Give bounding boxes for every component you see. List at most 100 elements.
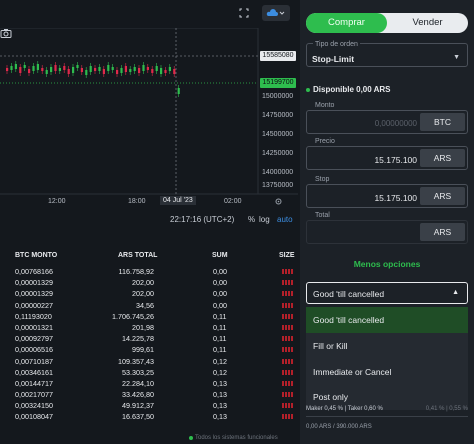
order-panel: Comprar Vender Tipo de orden Stop-Limit …	[300, 0, 474, 444]
fee-text: Maker 0,45 % | Taker 0,60 %	[306, 406, 383, 412]
row-monto: 0,00324150	[15, 401, 53, 411]
row-size-bar	[282, 302, 294, 308]
order-book-row[interactable]: 0,00006516 999,61 0,11	[0, 344, 298, 355]
row-size-bar	[282, 380, 294, 386]
order-book-row[interactable]: 0,11193020 1.706.745,26 0,11	[0, 311, 298, 322]
order-book-row[interactable]: 0,00144717 22.284,10 0,13	[0, 378, 298, 389]
price-chart[interactable]: 15585080 15199700 15000000 14750000 1450…	[0, 28, 298, 210]
row-size-bar	[282, 313, 294, 319]
tab-sell[interactable]: Vender	[387, 13, 468, 33]
candle-body	[23, 65, 26, 68]
row-size-bar	[282, 403, 294, 409]
row-size-bar	[282, 269, 294, 274]
row-monto: 0,00710187	[15, 356, 53, 366]
row-size-bar	[282, 347, 294, 353]
camera-icon[interactable]	[0, 28, 12, 38]
row-sum: 0,00	[213, 289, 227, 299]
cloud-save-button[interactable]	[262, 5, 290, 21]
order-book-row[interactable]: 0,00217077 33.426,80 0,13	[0, 389, 298, 400]
candle-body	[50, 67, 53, 72]
candle-body	[36, 64, 39, 70]
candle-body	[168, 67, 171, 71]
candle-body	[177, 88, 180, 94]
row-total: 202,00	[132, 289, 154, 299]
price-label: Precio	[315, 138, 335, 145]
order-book: BTC MONTO ARS TOTAL SUM SIZE 0,00768166 1…	[0, 248, 298, 444]
price-input[interactable]: 15.175.100	[374, 155, 417, 165]
order-type-select[interactable]: Tipo de orden Stop-Limit ▼	[306, 41, 468, 67]
menu-item-ioc[interactable]: Immediate or Cancel	[306, 359, 468, 385]
total-label: Total	[315, 212, 330, 219]
amount-input[interactable]: 0,00000000	[375, 119, 417, 128]
available-balance: Disponible 0,00 ARS	[306, 85, 391, 94]
order-book-row[interactable]: 0,00108047 16.637,50 0,13	[0, 411, 298, 422]
candlestick-chart[interactable]	[0, 28, 298, 210]
row-size-bar	[282, 324, 294, 330]
candle-body	[45, 70, 48, 74]
candle-body	[160, 68, 163, 74]
candle-body	[98, 67, 101, 71]
chart-clock: 22:17:16 (UTC+2)	[170, 215, 235, 224]
candle-body	[116, 70, 119, 74]
balance-dot-icon	[306, 87, 310, 92]
buy-sell-tabs: Comprar Vender	[306, 13, 468, 33]
settings-gear-icon[interactable]	[274, 197, 283, 206]
crosshair-price-tag: 15585080	[260, 51, 296, 61]
row-monto: 0,00108047	[15, 412, 53, 422]
row-monto: 0,00000227	[15, 300, 53, 310]
row-sum: 0,11	[213, 311, 227, 321]
order-book-row[interactable]: 0,00001329 202,00 0,00	[0, 277, 298, 288]
less-options-link[interactable]: Menos opciones	[300, 259, 474, 269]
row-total: 22.284,10	[122, 378, 154, 388]
order-book-row[interactable]: 0,00000227 34,56 0,00	[0, 300, 298, 311]
row-monto: 0,00001329	[15, 278, 53, 288]
amount-unit: BTC	[420, 113, 465, 131]
fee-text-right: 0,41 % | 0,55 %	[425, 406, 468, 412]
row-monto: 0,00001321	[15, 322, 53, 332]
price-unit: ARS	[420, 149, 465, 167]
candle-body	[6, 68, 9, 71]
candle-body	[120, 68, 123, 73]
candle-body	[142, 65, 145, 71]
row-sum: 0,13	[213, 390, 227, 400]
time-axis-label: 02:00	[224, 198, 242, 205]
stop-field[interactable]: Stop 15.175.100 ARS	[306, 176, 468, 208]
row-total: 49.912,37	[122, 401, 154, 411]
percent-scale-toggle[interactable]: %	[248, 215, 255, 224]
chevron-down-icon: ▼	[453, 54, 460, 61]
price-field[interactable]: Precio 15.175.100 ARS	[306, 138, 468, 170]
order-book-row[interactable]: 0,00092797 14.225,78 0,11	[0, 333, 298, 344]
order-book-row[interactable]: 0,00768166 116.758,92 0,00	[0, 266, 298, 277]
row-total: 202,00	[132, 278, 154, 288]
order-book-row[interactable]: 0,00710187 109.357,43 0,12	[0, 356, 298, 367]
stop-label: Stop	[315, 176, 330, 183]
candle-body	[28, 69, 31, 73]
candle-body	[19, 67, 22, 73]
time-in-force-select[interactable]: Good 'till cancelled ▲	[306, 282, 468, 304]
order-book-row[interactable]: 0,00001321 201,98 0,11	[0, 322, 298, 333]
time-in-force-menu: Good 'till cancelled Fill or Kill Immedi…	[306, 307, 468, 410]
time-axis-crosshair-label: 04 Jul '23	[160, 196, 196, 205]
time-axis-label: 12:00	[48, 198, 66, 205]
chart-toolbar	[0, 0, 298, 28]
order-book-row[interactable]: 0,00001329 202,00 0,00	[0, 288, 298, 299]
order-book-row[interactable]: 0,00324150 49.912,37 0,13	[0, 400, 298, 411]
amount-field[interactable]: Monto 0,00000000 BTC	[306, 102, 468, 134]
fee-info: Maker 0,45 % | Taker 0,60 % 0,41 % | 0,5…	[306, 406, 468, 412]
candle-body	[14, 64, 17, 69]
candle-body	[80, 68, 83, 72]
fullscreen-button[interactable]	[236, 5, 252, 21]
order-type-value: Stop-Limit	[312, 54, 355, 64]
menu-item-fok[interactable]: Fill or Kill	[306, 333, 468, 359]
total-unit: ARS	[420, 223, 465, 241]
stop-input[interactable]: 15.175.100	[374, 193, 417, 203]
candle-body	[89, 66, 92, 72]
row-sum: 0,00	[213, 278, 227, 288]
auto-scale-toggle[interactable]: auto	[277, 215, 293, 224]
log-scale-toggle[interactable]: log	[259, 215, 270, 224]
order-book-row[interactable]: 0,00346161 53.303,25 0,12	[0, 367, 298, 378]
candle-body	[32, 66, 35, 71]
tab-buy[interactable]: Comprar	[306, 13, 387, 33]
menu-item-gtc[interactable]: Good 'till cancelled	[306, 307, 468, 333]
row-size-bar	[282, 280, 294, 286]
